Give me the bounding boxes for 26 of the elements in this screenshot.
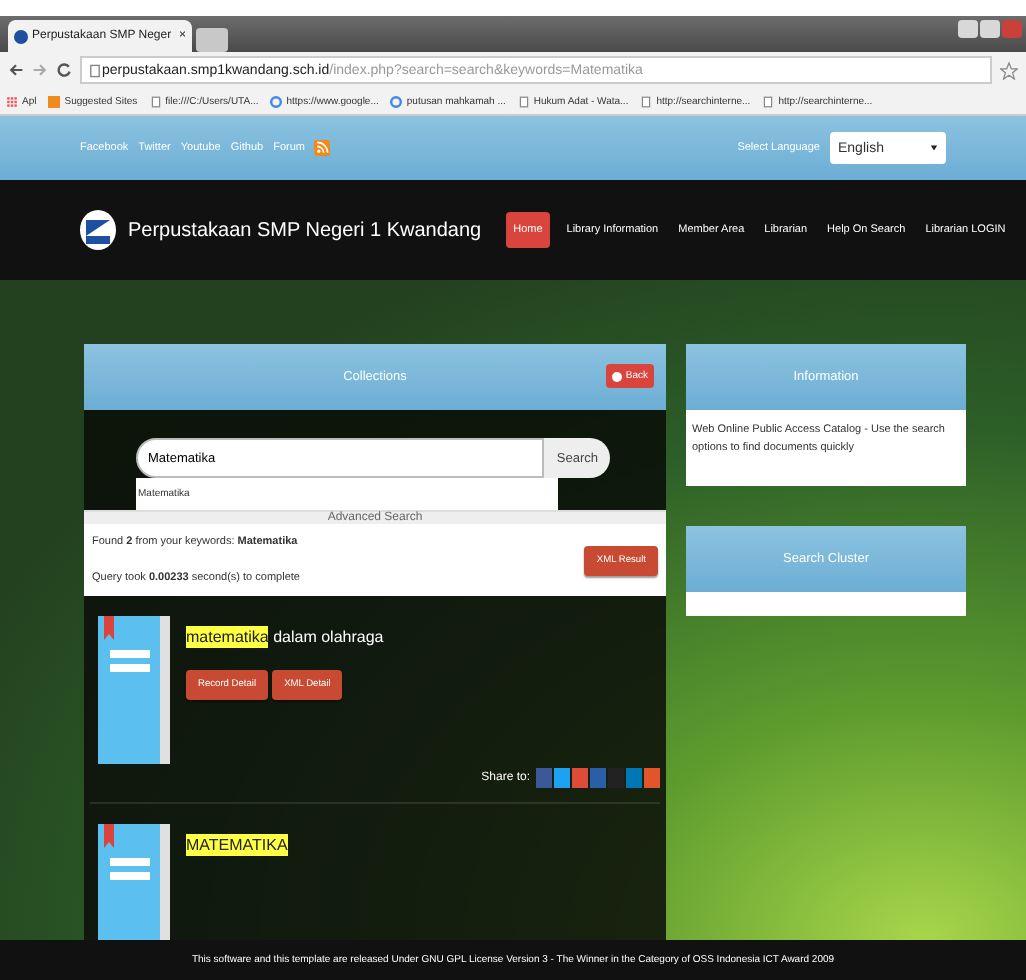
site-logo-icon <box>14 29 28 43</box>
result-title[interactable]: MATEMATIKA <box>186 834 288 858</box>
book-icon <box>98 824 170 940</box>
back-icon <box>611 371 622 381</box>
page-icon <box>88 63 102 77</box>
dropdown-caret-icon <box>930 144 938 152</box>
apps-grid-icon <box>6 95 18 107</box>
page-icon <box>517 95 530 107</box>
page-icon <box>640 95 653 107</box>
star-icon <box>1000 61 1018 79</box>
forward-arrow-icon <box>32 62 48 78</box>
site-title: Perpustakaan SMP Negeri 1 Kwandang <box>128 219 482 241</box>
book-icon <box>98 616 170 764</box>
minimize-button[interactable] <box>958 20 978 38</box>
google-icon <box>270 95 283 107</box>
bookmark-icon <box>48 95 61 107</box>
google-icon <box>390 95 403 107</box>
new-tab-button[interactable] <box>196 28 228 52</box>
rss-icon <box>314 140 331 156</box>
site-logo-icon <box>80 210 116 250</box>
back-arrow-icon <box>8 62 24 78</box>
close-button[interactable] <box>1002 20 1022 38</box>
page-icon <box>149 95 162 107</box>
reload-icon <box>56 62 72 78</box>
page-icon <box>762 95 775 107</box>
maximize-button[interactable] <box>980 20 1000 38</box>
